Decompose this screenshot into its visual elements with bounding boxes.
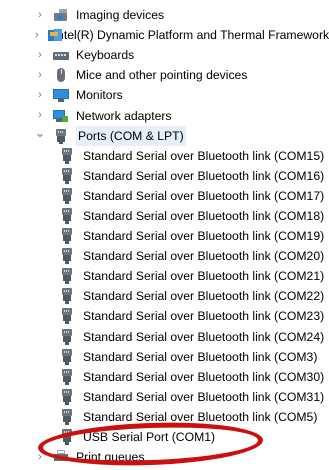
port-device-label: Standard Serial over Bluetooth link (COM…	[83, 229, 325, 244]
network-adapter-icon	[53, 108, 69, 124]
tree-item-label: Mice and other pointing devices	[76, 68, 248, 83]
chevron-right-icon[interactable]: ›	[35, 85, 45, 105]
tree-item-network-adapters[interactable]: › Network adapters	[0, 105, 329, 125]
port-device-item[interactable]: Standard Serial over Bluetooth link (COM…	[0, 306, 329, 326]
port-device-item[interactable]: Standard Serial over Bluetooth link (COM…	[0, 407, 329, 427]
port-device-label: Standard Serial over Bluetooth link (COM…	[83, 389, 325, 404]
tree-item-monitors[interactable]: › Monitors	[0, 85, 329, 105]
tree-item-label: Network adapters	[76, 108, 172, 123]
serial-port-icon	[61, 408, 73, 425]
port-device-item[interactable]: Standard Serial over Bluetooth link (COM…	[0, 286, 329, 306]
tree-item-imaging-devices[interactable]: › Imaging devices	[0, 5, 329, 25]
port-device-item[interactable]: Standard Serial over Bluetooth link (COM…	[0, 166, 329, 186]
serial-port-icon	[61, 228, 73, 245]
port-device-label: Standard Serial over Bluetooth link (COM…	[83, 168, 325, 183]
port-device-item[interactable]: Standard Serial over Bluetooth link (COM…	[0, 186, 329, 206]
serial-port-icon	[61, 268, 73, 285]
serial-port-icon	[61, 288, 73, 305]
port-device-item[interactable]: Standard Serial over Bluetooth link (COM…	[0, 266, 329, 286]
chevron-right-icon[interactable]: ›	[35, 25, 39, 45]
tree-item-label: Ports (COM & LPT)	[76, 125, 186, 146]
chevron-right-icon[interactable]: ›	[35, 45, 45, 65]
port-device-item[interactable]: Standard Serial over Bluetooth link (COM…	[0, 146, 329, 166]
chevron-down-icon[interactable]: ⌄	[35, 123, 46, 143]
port-device-label: Standard Serial over Bluetooth link (COM…	[83, 208, 325, 223]
camera-icon	[53, 7, 69, 23]
serial-port-icon	[61, 207, 73, 224]
device-tree: › Imaging devices › Intel(R) Dynamic Pla…	[0, 5, 329, 467]
serial-port-icon	[61, 328, 73, 345]
port-device-label: Standard Serial over Bluetooth link (COM…	[83, 329, 325, 344]
port-device-label: Standard Serial over Bluetooth link (COM…	[83, 269, 325, 284]
port-icon	[53, 128, 69, 144]
serial-port-icon	[61, 147, 73, 164]
port-device-label: Standard Serial over Bluetooth link (COM…	[83, 349, 318, 364]
port-device-item[interactable]: Standard Serial over Bluetooth link (COM…	[0, 226, 329, 246]
tree-item-label: Imaging devices	[76, 8, 165, 23]
port-device-item[interactable]: Standard Serial over Bluetooth link (COM…	[0, 347, 329, 367]
keyboard-icon	[53, 47, 69, 63]
port-device-label: Standard Serial over Bluetooth link (COM…	[83, 409, 318, 424]
serial-port-icon	[61, 348, 73, 365]
serial-port-icon	[61, 167, 73, 184]
tree-item-mice[interactable]: › Mice and other pointing devices	[0, 65, 329, 85]
port-device-item[interactable]: Standard Serial over Bluetooth link (COM…	[0, 327, 329, 347]
port-device-label: Standard Serial over Bluetooth link (COM…	[83, 148, 325, 163]
tree-item-label: Monitors	[76, 88, 123, 103]
monitor-icon	[53, 87, 69, 103]
port-device-item[interactable]: Standard Serial over Bluetooth link (COM…	[0, 367, 329, 387]
serial-port-icon	[61, 429, 73, 446]
tree-item-label: Keyboards	[76, 48, 135, 63]
mouse-icon	[53, 67, 69, 83]
chevron-right-icon[interactable]: ›	[35, 447, 45, 467]
port-device-label: Standard Serial over Bluetooth link (COM…	[83, 369, 325, 384]
tree-item-label: Intel(R) Dynamic Platform and Thermal Fr…	[53, 28, 329, 43]
port-device-label: USB Serial Port (COM1)	[83, 430, 216, 445]
port-device-item-usb-serial[interactable]: USB Serial Port (COM1)	[0, 427, 329, 447]
port-device-item[interactable]: Standard Serial over Bluetooth link (COM…	[0, 246, 329, 266]
serial-port-icon	[61, 388, 73, 405]
printer-icon	[53, 449, 69, 465]
chevron-right-icon[interactable]: ›	[35, 5, 45, 25]
tree-item-keyboards[interactable]: › Keyboards	[0, 45, 329, 65]
tree-item-ports[interactable]: ⌄ Ports (COM & LPT)	[0, 123, 329, 146]
tree-item-label: Print queues	[76, 450, 145, 465]
tree-item-print-queues[interactable]: › Print queues	[0, 447, 329, 467]
serial-port-icon	[61, 308, 73, 325]
port-device-label: Standard Serial over Bluetooth link (COM…	[83, 289, 325, 304]
serial-port-icon	[61, 248, 73, 265]
tree-item-intel-thermal[interactable]: › Intel(R) Dynamic Platform and Thermal …	[0, 25, 329, 45]
port-device-item[interactable]: Standard Serial over Bluetooth link (COM…	[0, 206, 329, 226]
port-device-label: Standard Serial over Bluetooth link (COM…	[83, 249, 325, 264]
chevron-right-icon[interactable]: ›	[35, 65, 45, 85]
serial-port-icon	[61, 187, 73, 204]
port-device-label: Standard Serial over Bluetooth link (COM…	[83, 188, 325, 203]
serial-port-icon	[61, 368, 73, 385]
port-device-label: Standard Serial over Bluetooth link (COM…	[83, 309, 325, 324]
port-device-item[interactable]: Standard Serial over Bluetooth link (COM…	[0, 387, 329, 407]
